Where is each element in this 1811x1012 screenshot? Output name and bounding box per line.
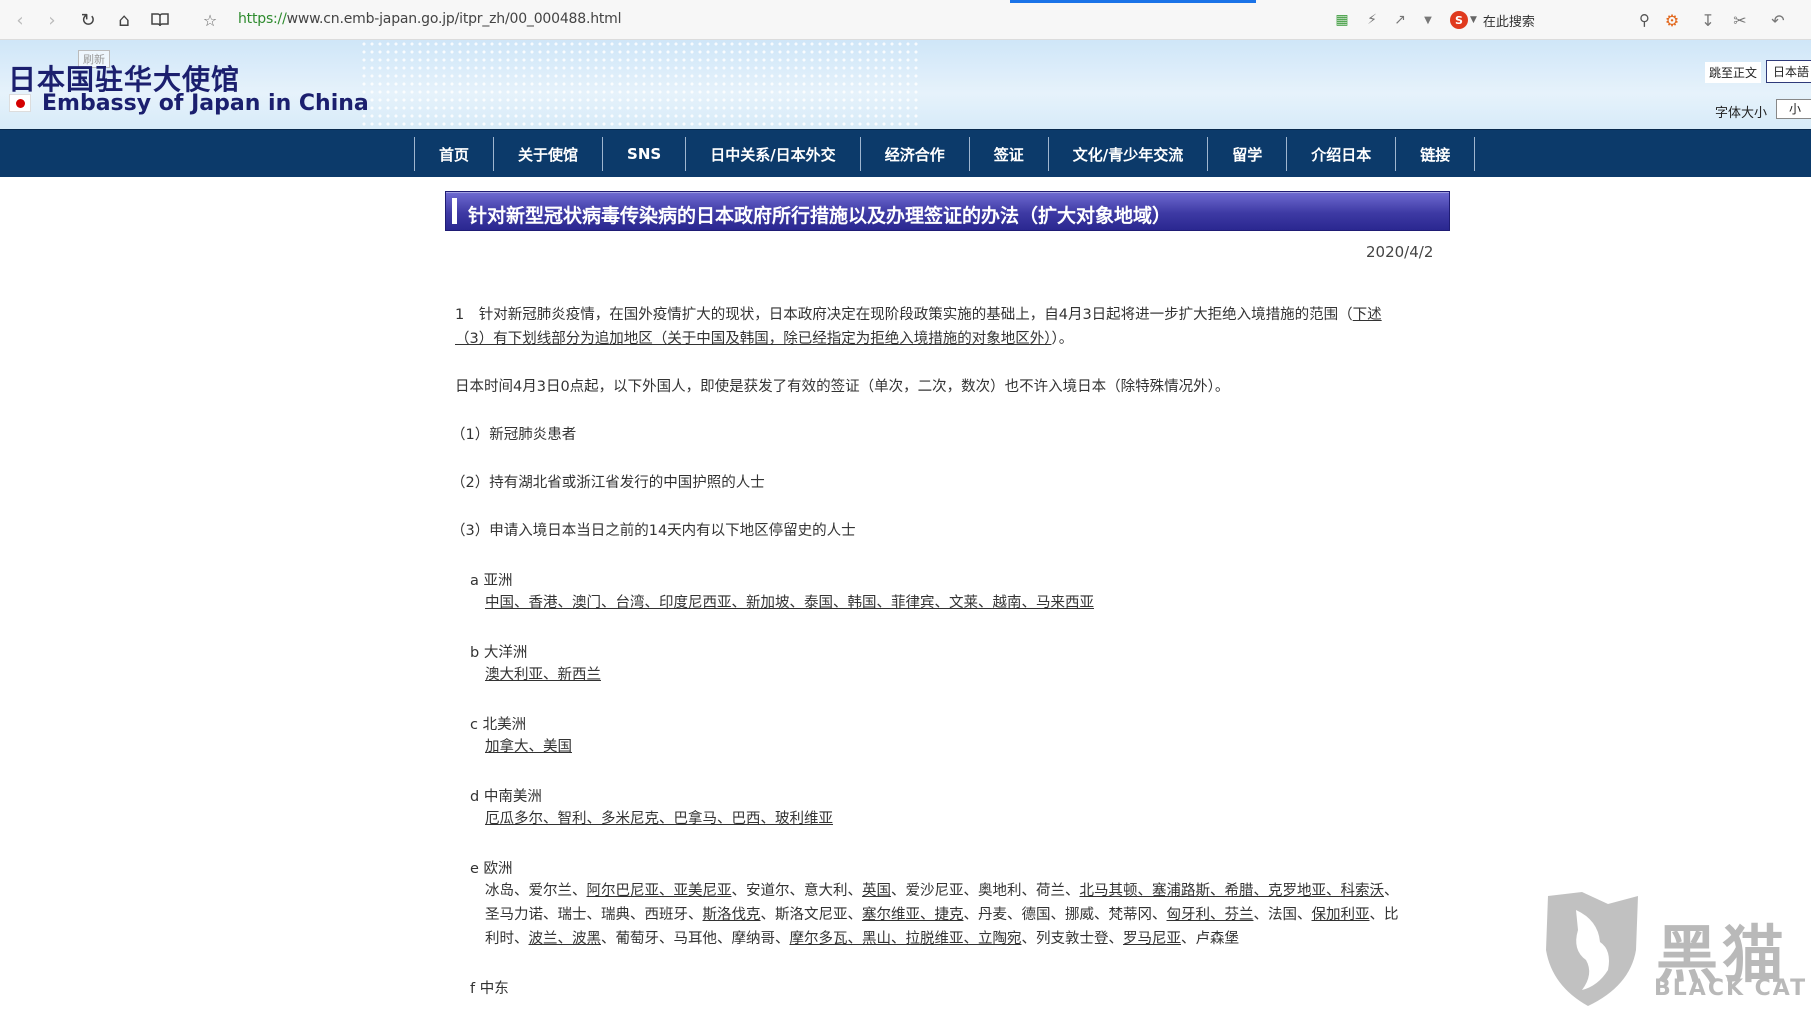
list-item-3: （3）申请入境日本当日之前的14天内有以下地区停留史的人士 [451,523,856,539]
home-icon[interactable]: ⌂ [112,8,136,32]
europe-text: 、法国、 [1253,907,1312,923]
europe-link[interactable]: 阿尔巴尼亚、亚美尼亚 [587,883,732,899]
search-box[interactable]: S ▼ 在此搜索 ⚲ [1450,7,1650,33]
europe-text: 、卢森堡 [1181,931,1239,947]
font-size-label: 字体大小 [1715,106,1768,121]
nav-item-culture[interactable]: 文化/青少年交流 [1049,137,1209,171]
site-header: 刷新 日本国驻华大使馆 Embassy of Japan in China 跳至… [0,40,1811,129]
paragraph-1-line-2: （3）有下划线部分为追加地区（关于中国及韩国，除已经指定为拒绝入境措施的对象地区… [455,327,1073,351]
below-link[interactable]: 下述 [1353,307,1382,323]
scissors-icon[interactable]: ✂ [1730,10,1750,30]
download-icon[interactable]: ↧ [1698,10,1718,30]
region-list-europe-line-1: 冰岛、爱尔兰、阿尔巴尼亚、亚美尼亚、安道尔、意大利、英国、爱沙尼亚、奥地利、荷兰… [485,879,1399,903]
region-label-middle-east: f 中东 [470,981,509,997]
publish-date: 2020/4/2 [1366,243,1434,261]
forward-icon[interactable]: › [40,8,64,32]
region-list-latin-america[interactable]: 厄瓜多尔、智利、多米尼克、巴拿马、巴西、玻利维亚 [485,807,833,831]
nav-item-visa[interactable]: 签证 [970,137,1049,171]
europe-link[interactable]: 波兰、波黑 [529,931,602,947]
europe-text: 、安道尔、意大利、 [731,883,863,899]
europe-link[interactable]: 匈牙利、芬兰 [1167,907,1254,923]
nav-item-home[interactable]: 首页 [415,137,495,171]
browser-toolbar: ‹ › ↻ ⌂ ☆ https://www.cn.emb-japan.go.jp… [0,0,1811,40]
paragraph-1-line-1: 1 针对新冠肺炎疫情，在国外疫情扩大的现状，日本政府决定在现阶段政策实施的基础上… [455,303,1382,327]
japan-flag-icon [9,94,31,112]
europe-link[interactable]: 英国 [862,883,891,899]
back-icon[interactable]: ‹ [8,8,32,32]
share-icon[interactable]: ↗ [1390,10,1410,30]
nav-item-economy[interactable]: 经济合作 [861,137,970,171]
paragraph-2: 日本时间4月3日0点起，以下外国人，即使是获发了有效的签证（单次，二次，数次）也… [455,379,1230,395]
nav-item-japan[interactable]: 介绍日本 [1287,137,1397,171]
region-list-north-america[interactable]: 加拿大、美国 [485,735,572,759]
europe-text: 、丹麦、德国、挪威、梵蒂冈、 [963,907,1167,923]
book-icon[interactable]: ▦ [1332,10,1352,30]
region-list-europe-line-3: 利时、波兰、波黑、葡萄牙、马耳他、摩纳哥、摩尔多瓦、黑山、拉脱维亚、立陶宛、列支… [485,927,1239,951]
lightning-icon[interactable]: ⚡ [1362,10,1382,30]
nav-item-relations[interactable]: 日中关系/日本外交 [686,137,861,171]
reload-icon[interactable]: ↻ [76,8,100,32]
nav-item-sns[interactable]: SNS [603,137,687,171]
list-item-2: （2）持有湖北省或浙江省发行的中国护照的人士 [451,475,765,491]
gamepad-icon[interactable]: ⚙ [1662,10,1682,30]
font-size-small-button[interactable]: 小 [1776,99,1811,119]
europe-text: 、斯洛文尼亚、 [760,907,863,923]
blackcat-watermark: 黑猫 BLACK CAT [1538,890,1808,1008]
chevron-down-icon[interactable]: ▼ [1418,10,1438,30]
region-list-asia[interactable]: 中国、香港、澳门、台湾、印度尼西亚、新加坡、泰国、韩国、菲律宾、文莱、越南、马来… [485,591,1094,615]
main-nav: 首页 关于使馆 SNS 日中关系/日本外交 经济合作 签证 文化/青少年交流 留… [0,129,1811,177]
europe-link[interactable]: 斯洛伐克 [703,907,761,923]
url-path: www.cn.emb-japan.go.jp/itpr_zh/00_000488… [286,11,622,27]
europe-link[interactable]: 摩尔多瓦、黑山、拉脱维亚、立陶宛 [790,931,1022,947]
europe-link[interactable]: 北马其顿、塞浦路斯、希腊、克罗地亚、科索沃 [1080,883,1385,899]
region-label-asia: a 亚洲 [470,573,513,589]
europe-text: 利时、 [485,931,529,947]
undo-icon[interactable]: ↶ [1768,10,1788,30]
region-label-latin-america: d 中南美洲 [470,789,542,805]
skip-to-content-link[interactable]: 跳至正文 [1705,62,1762,83]
address-bar[interactable]: https://www.cn.emb-japan.go.jp/itpr_zh/0… [238,11,621,27]
language-button[interactable]: 日本語 [1766,60,1811,83]
region-label-oceania: b 大洋洲 [470,645,528,661]
list-item-1: （1）新冠肺炎患者 [451,427,577,443]
engine-caret-icon[interactable]: ▼ [1470,15,1477,25]
europe-text: 、 [1384,883,1399,899]
europe-text: 、葡萄牙、马耳他、摩纳哥、 [601,931,790,947]
paragraph-1-suffix: ）。 [1051,331,1074,347]
cat-shield-icon [1546,892,1638,1006]
europe-link[interactable]: 罗马尼亚 [1123,931,1181,947]
region-list-europe-line-2: 圣马力诺、瑞士、瑞典、西班牙、斯洛伐克、斯洛文尼亚、塞尔维亚、捷克、丹麦、德国、… [485,903,1399,927]
nav-item-about[interactable]: 关于使馆 [494,137,604,171]
region-label-north-america: c 北美洲 [470,717,527,733]
europe-text: 圣马力诺、瑞士、瑞典、西班牙、 [485,907,703,923]
search-engine-logo[interactable]: S [1450,11,1468,29]
star-icon[interactable]: ☆ [198,8,222,32]
nav-item-study[interactable]: 留学 [1208,137,1288,171]
region-label-europe: e 欧洲 [470,861,513,877]
europe-link[interactable]: 保加利亚 [1312,907,1370,923]
europe-link[interactable]: 塞尔维亚、捷克 [862,907,964,923]
page-title: 针对新型冠状病毒传染病的日本政府所行措施以及办理签证的办法（扩大对象地域） [468,205,1172,227]
site-title-en[interactable]: Embassy of Japan in China [42,91,369,116]
paragraph-1-text: 1 针对新冠肺炎疫情，在国外疫情扩大的现状，日本政府决定在现阶段政策实施的基础上… [455,307,1353,323]
reader-icon[interactable] [148,8,172,32]
europe-text: 、爱沙尼亚、奥地利、荷兰、 [891,883,1080,899]
europe-text: 、列支敦士登、 [1021,931,1124,947]
europe-text: 、比 [1369,907,1399,923]
url-scheme: https:// [238,11,287,27]
nav-item-links[interactable]: 链接 [1396,137,1476,171]
additional-regions-link[interactable]: （3）有下划线部分为追加地区（关于中国及韩国，除已经指定为拒绝入境措施的对象地区… [455,331,1051,347]
world-map-dots [360,40,920,129]
watermark-text-en: BLACK CAT [1654,976,1808,1001]
search-icon[interactable]: ⚲ [1639,11,1650,29]
page-title-banner: 针对新型冠状病毒传染病的日本政府所行措施以及办理签证的办法（扩大对象地域） [445,191,1450,231]
europe-text: 冰岛、爱尔兰、 [485,883,587,899]
search-input[interactable]: 在此搜索 [1483,11,1535,30]
page-load-progress [1010,0,1256,3]
region-list-oceania[interactable]: 澳大利亚、新西兰 [485,663,601,687]
